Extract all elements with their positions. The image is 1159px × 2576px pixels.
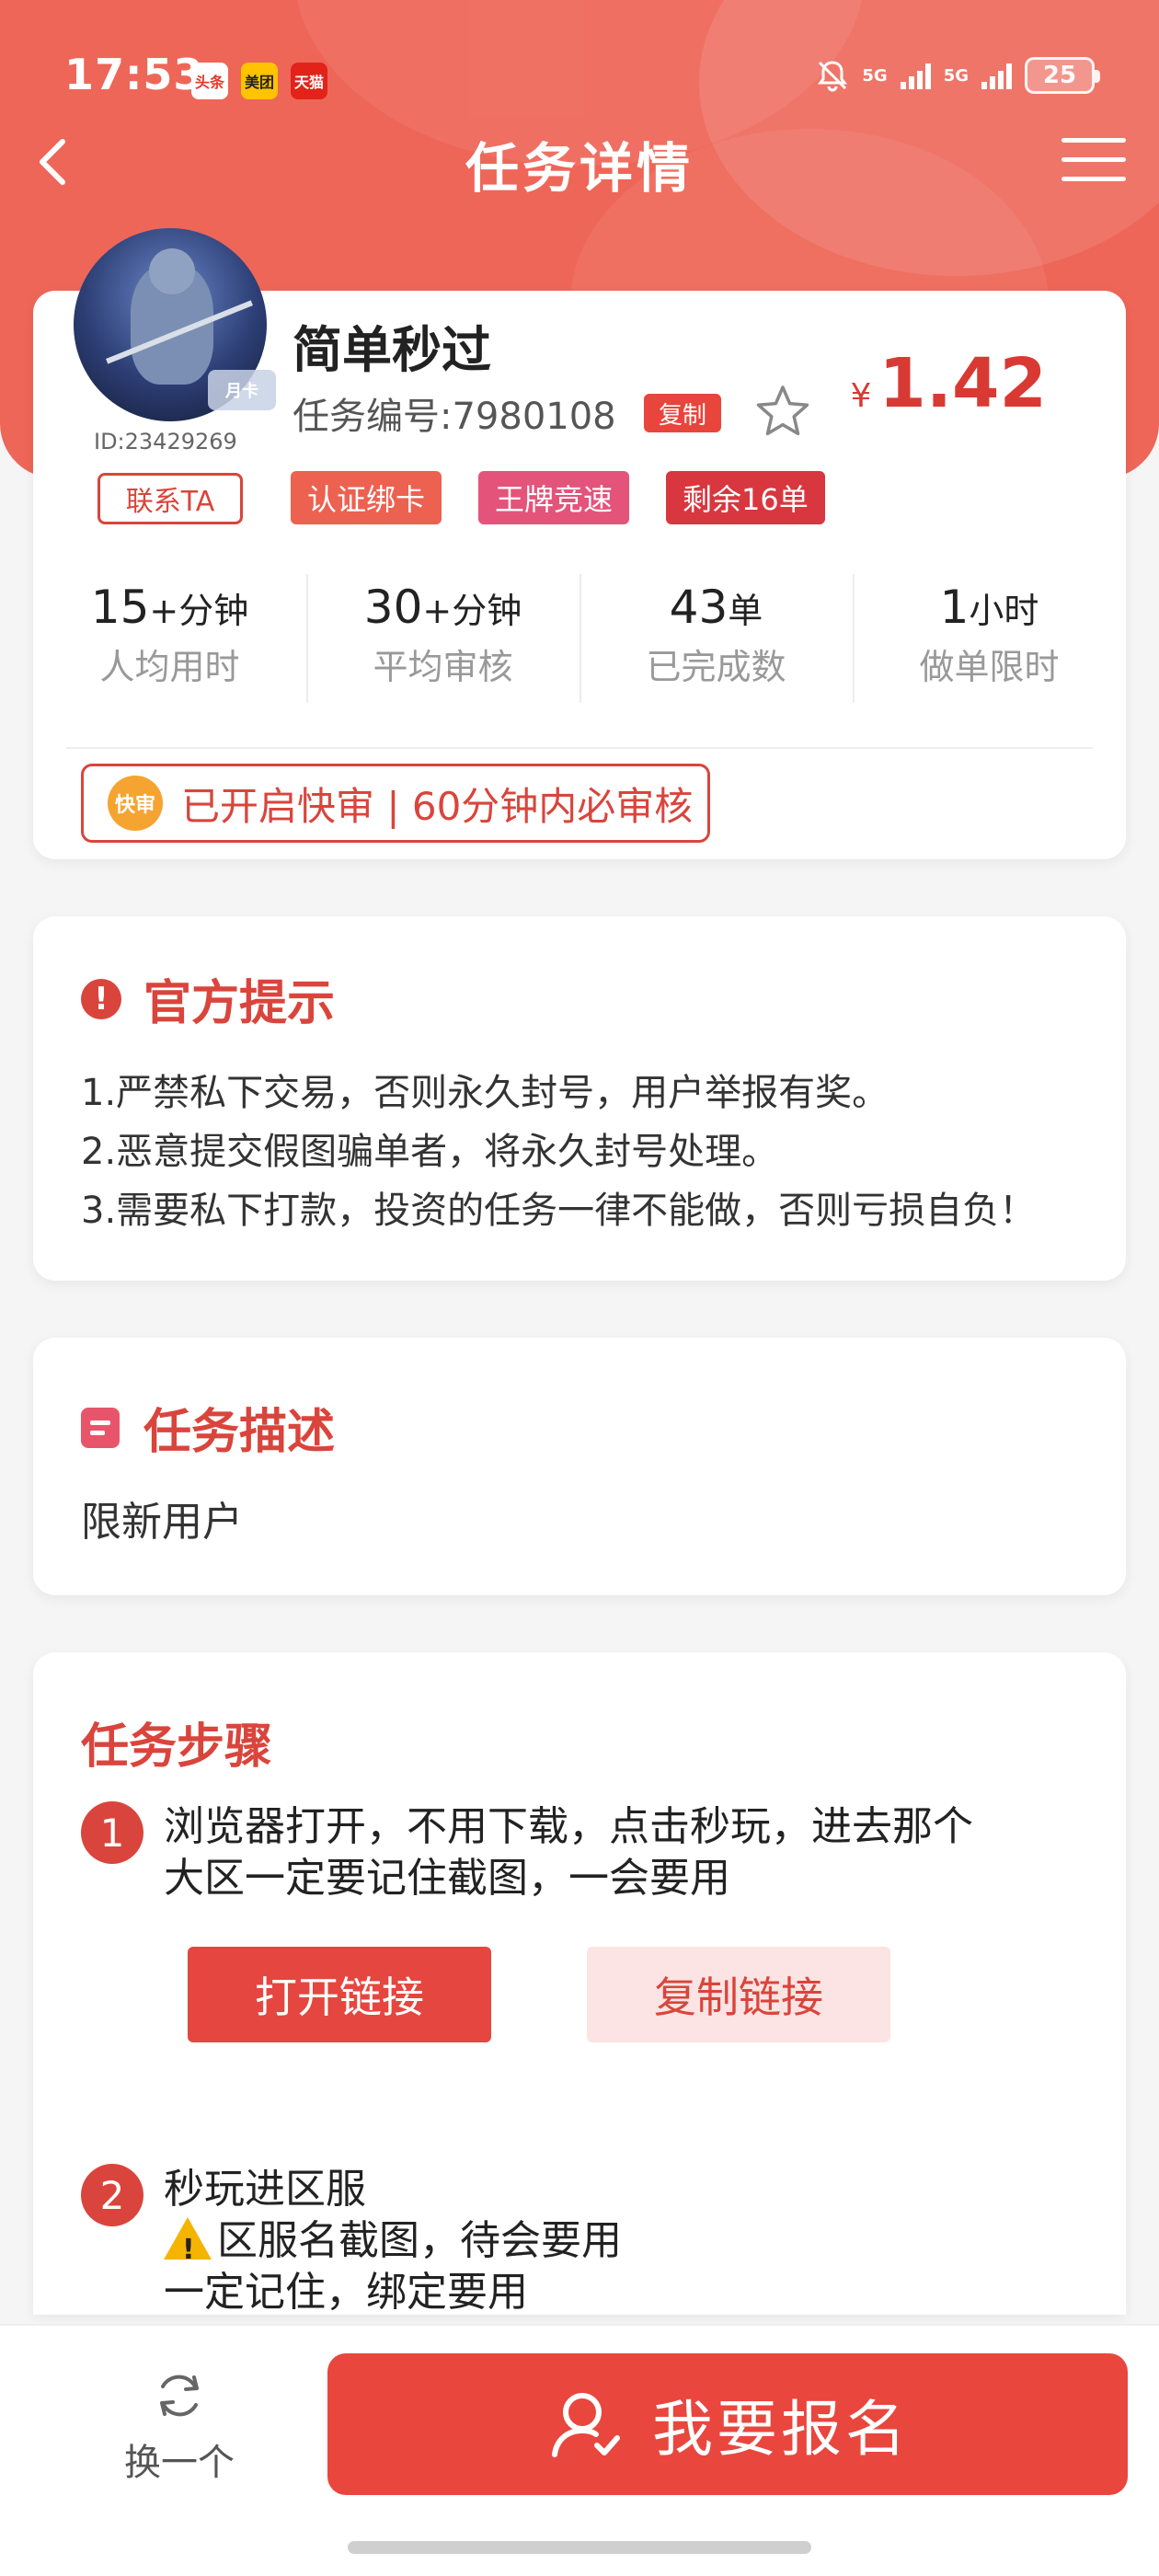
stat-value: 43单 xyxy=(580,580,853,635)
exclamation-icon: ! xyxy=(81,978,121,1019)
menu-button[interactable] xyxy=(1061,138,1126,193)
step-line: 大区一定要记住截图，一会要用 xyxy=(164,1855,730,1902)
step-line-with-warning: 区服名截图，待会要用 xyxy=(164,2215,1084,2276)
page-title: 任务详情 xyxy=(465,137,694,200)
stat-avg-review: 30+分钟 平均审核 xyxy=(306,567,580,732)
notice-title: ! 官方提示 xyxy=(81,964,335,1033)
stat-completed: 43单 已完成数 xyxy=(580,567,853,732)
stat-value: 1小时 xyxy=(853,580,1126,635)
step-line: 区服名截图，待会要用 xyxy=(217,2217,622,2264)
stat-number: 30 xyxy=(363,581,423,634)
stat-number: 1 xyxy=(939,581,970,634)
stat-unit: 小时 xyxy=(969,591,1039,631)
notice-title-text: 官方提示 xyxy=(143,976,336,1031)
menu-line xyxy=(1061,138,1126,143)
contact-button[interactable]: 联系TA xyxy=(98,473,243,524)
fast-review-banner: 快审 已开启快审 | 60分钟内必审核 xyxy=(81,764,710,843)
description-title-text: 任务描述 xyxy=(143,1405,336,1460)
description-text: 限新用户 xyxy=(81,1499,243,1546)
task-title: 简单秒过 xyxy=(293,321,491,379)
home-indicator[interactable] xyxy=(348,2541,811,2554)
signal-bars-icon xyxy=(981,62,1012,89)
user-id: ID:23429269 xyxy=(94,429,237,454)
currency-symbol: ¥ xyxy=(850,377,872,415)
task-number: 任务编号:7980108 xyxy=(293,396,616,438)
star-icon[interactable] xyxy=(754,383,811,440)
steps-title: 任务步骤 xyxy=(81,1719,273,1775)
swap-task-button[interactable]: 换一个 xyxy=(101,2366,258,2495)
status-bar: 17:53 头条 美团 天猫 5G 5G 25 xyxy=(0,37,1159,120)
signup-label: 我要报名 xyxy=(652,2394,910,2465)
toutiao-app-icon: 头条 xyxy=(191,63,228,99)
stat-number: 43 xyxy=(669,581,729,634)
meituan-app-icon: 美团 xyxy=(241,63,278,99)
stat-unit: +分钟 xyxy=(422,591,522,631)
price-amount: 1.42 xyxy=(878,344,1047,423)
refresh-icon xyxy=(160,2375,199,2417)
step-number: 2 xyxy=(81,2164,143,2226)
task-price: ¥ 1.42 xyxy=(851,344,1048,423)
stat-value: 15+分钟 xyxy=(33,580,306,635)
stat-time-limit: 1小时 做单限时 xyxy=(853,567,1126,732)
signal-bars-icon xyxy=(900,62,931,89)
stat-value: 30+分钟 xyxy=(306,580,580,635)
stat-unit: 单 xyxy=(728,591,763,631)
copy-link-button[interactable]: 复制链接 xyxy=(587,1947,890,2042)
fast-review-icon: 快审 xyxy=(108,776,163,831)
network-type-1: 5G xyxy=(862,65,888,86)
notice-line: 1.严禁私下交易，否则永久封号，用户举报有奖。 xyxy=(81,1072,889,1114)
step-number: 1 xyxy=(81,1801,143,1864)
open-link-button[interactable]: 打开链接 xyxy=(188,1947,491,2042)
stat-label: 人均用时 xyxy=(99,647,240,687)
step-line: 秒玩进区服 xyxy=(164,2166,366,2213)
task-stats: 15+分钟 人均用时 30+分钟 平均审核 43单 已完成数 1小时 做单限时 xyxy=(33,567,1126,732)
stat-label: 平均审核 xyxy=(373,647,513,687)
stat-label: 做单限时 xyxy=(919,647,1060,687)
tag-card-binding: 认证绑卡 xyxy=(291,471,442,524)
battery-icon: 25 xyxy=(1025,57,1100,94)
step-line: 浏览器打开，不用下载，点击秒玩，进去那个 xyxy=(164,1803,973,1850)
task-steps-card: 任务步骤 1 浏览器打开，不用下载，点击秒玩，进去那个 大区一定要记住截图，一会… xyxy=(33,1652,1126,2315)
menu-line xyxy=(1061,177,1126,181)
notice-line: 2.恶意提交假图骗单者，将永久封号处理。 xyxy=(81,1131,779,1173)
task-description-card: 任务描述 限新用户 xyxy=(33,1338,1126,1595)
tag-remaining-orders: 剩余16单 xyxy=(666,471,825,524)
step-text: 浏览器打开，不用下载，点击秒玩，进去那个 大区一定要记住截图，一会要用 xyxy=(164,1801,1084,1904)
warning-icon xyxy=(164,2217,212,2276)
status-indicators: 5G 5G 25 xyxy=(816,57,1100,94)
divider xyxy=(66,747,1093,749)
month-card-badge: 月卡 xyxy=(208,370,276,410)
description-title: 任务描述 xyxy=(81,1393,335,1462)
tag-ace-racing: 王牌竞速 xyxy=(478,471,630,524)
document-icon xyxy=(81,1407,120,1448)
stat-label: 已完成数 xyxy=(646,647,786,687)
fast-review-text: 已开启快审 | 60分钟内必审核 xyxy=(181,783,694,829)
step-line: 一定记住，绑定要用 xyxy=(164,2269,528,2315)
swap-label: 换一个 xyxy=(124,2442,235,2484)
signup-button[interactable]: 我要报名 xyxy=(327,2353,1128,2495)
stat-avg-time: 15+分钟 人均用时 xyxy=(33,567,306,732)
menu-line xyxy=(1061,157,1126,162)
stat-unit: +分钟 xyxy=(149,591,249,631)
user-icon xyxy=(552,2393,620,2457)
notice-list: 1.严禁私下交易，否则永久封号，用户举报有奖。 2.恶意提交假图骗单者，将永久封… xyxy=(81,1064,1036,1240)
mute-bell-icon xyxy=(818,61,848,92)
tmall-app-icon: 天猫 xyxy=(291,63,327,99)
task-info-card: 月卡 ID:23429269 简单秒过 任务编号:7980108 复制 ¥ 1.… xyxy=(33,228,1126,859)
copy-task-number-button[interactable]: 复制 xyxy=(644,394,722,432)
status-time: 17:53 xyxy=(64,50,204,99)
bottom-action-bar: 换一个 我要报名 xyxy=(0,2324,1159,2576)
network-type-2: 5G xyxy=(943,65,969,86)
stat-number: 15 xyxy=(90,581,150,634)
step-text: 秒玩进区服 区服名截图，待会要用 一定记住，绑定要用 xyxy=(164,2164,1084,2315)
official-notice-card: ! 官方提示 1.严禁私下交易，否则永久封号，用户举报有奖。 2.恶意提交假图骗… xyxy=(33,916,1126,1281)
notice-line: 3.需要私下打款，投资的任务一律不能做，否则亏损自负！ xyxy=(81,1190,1037,1232)
